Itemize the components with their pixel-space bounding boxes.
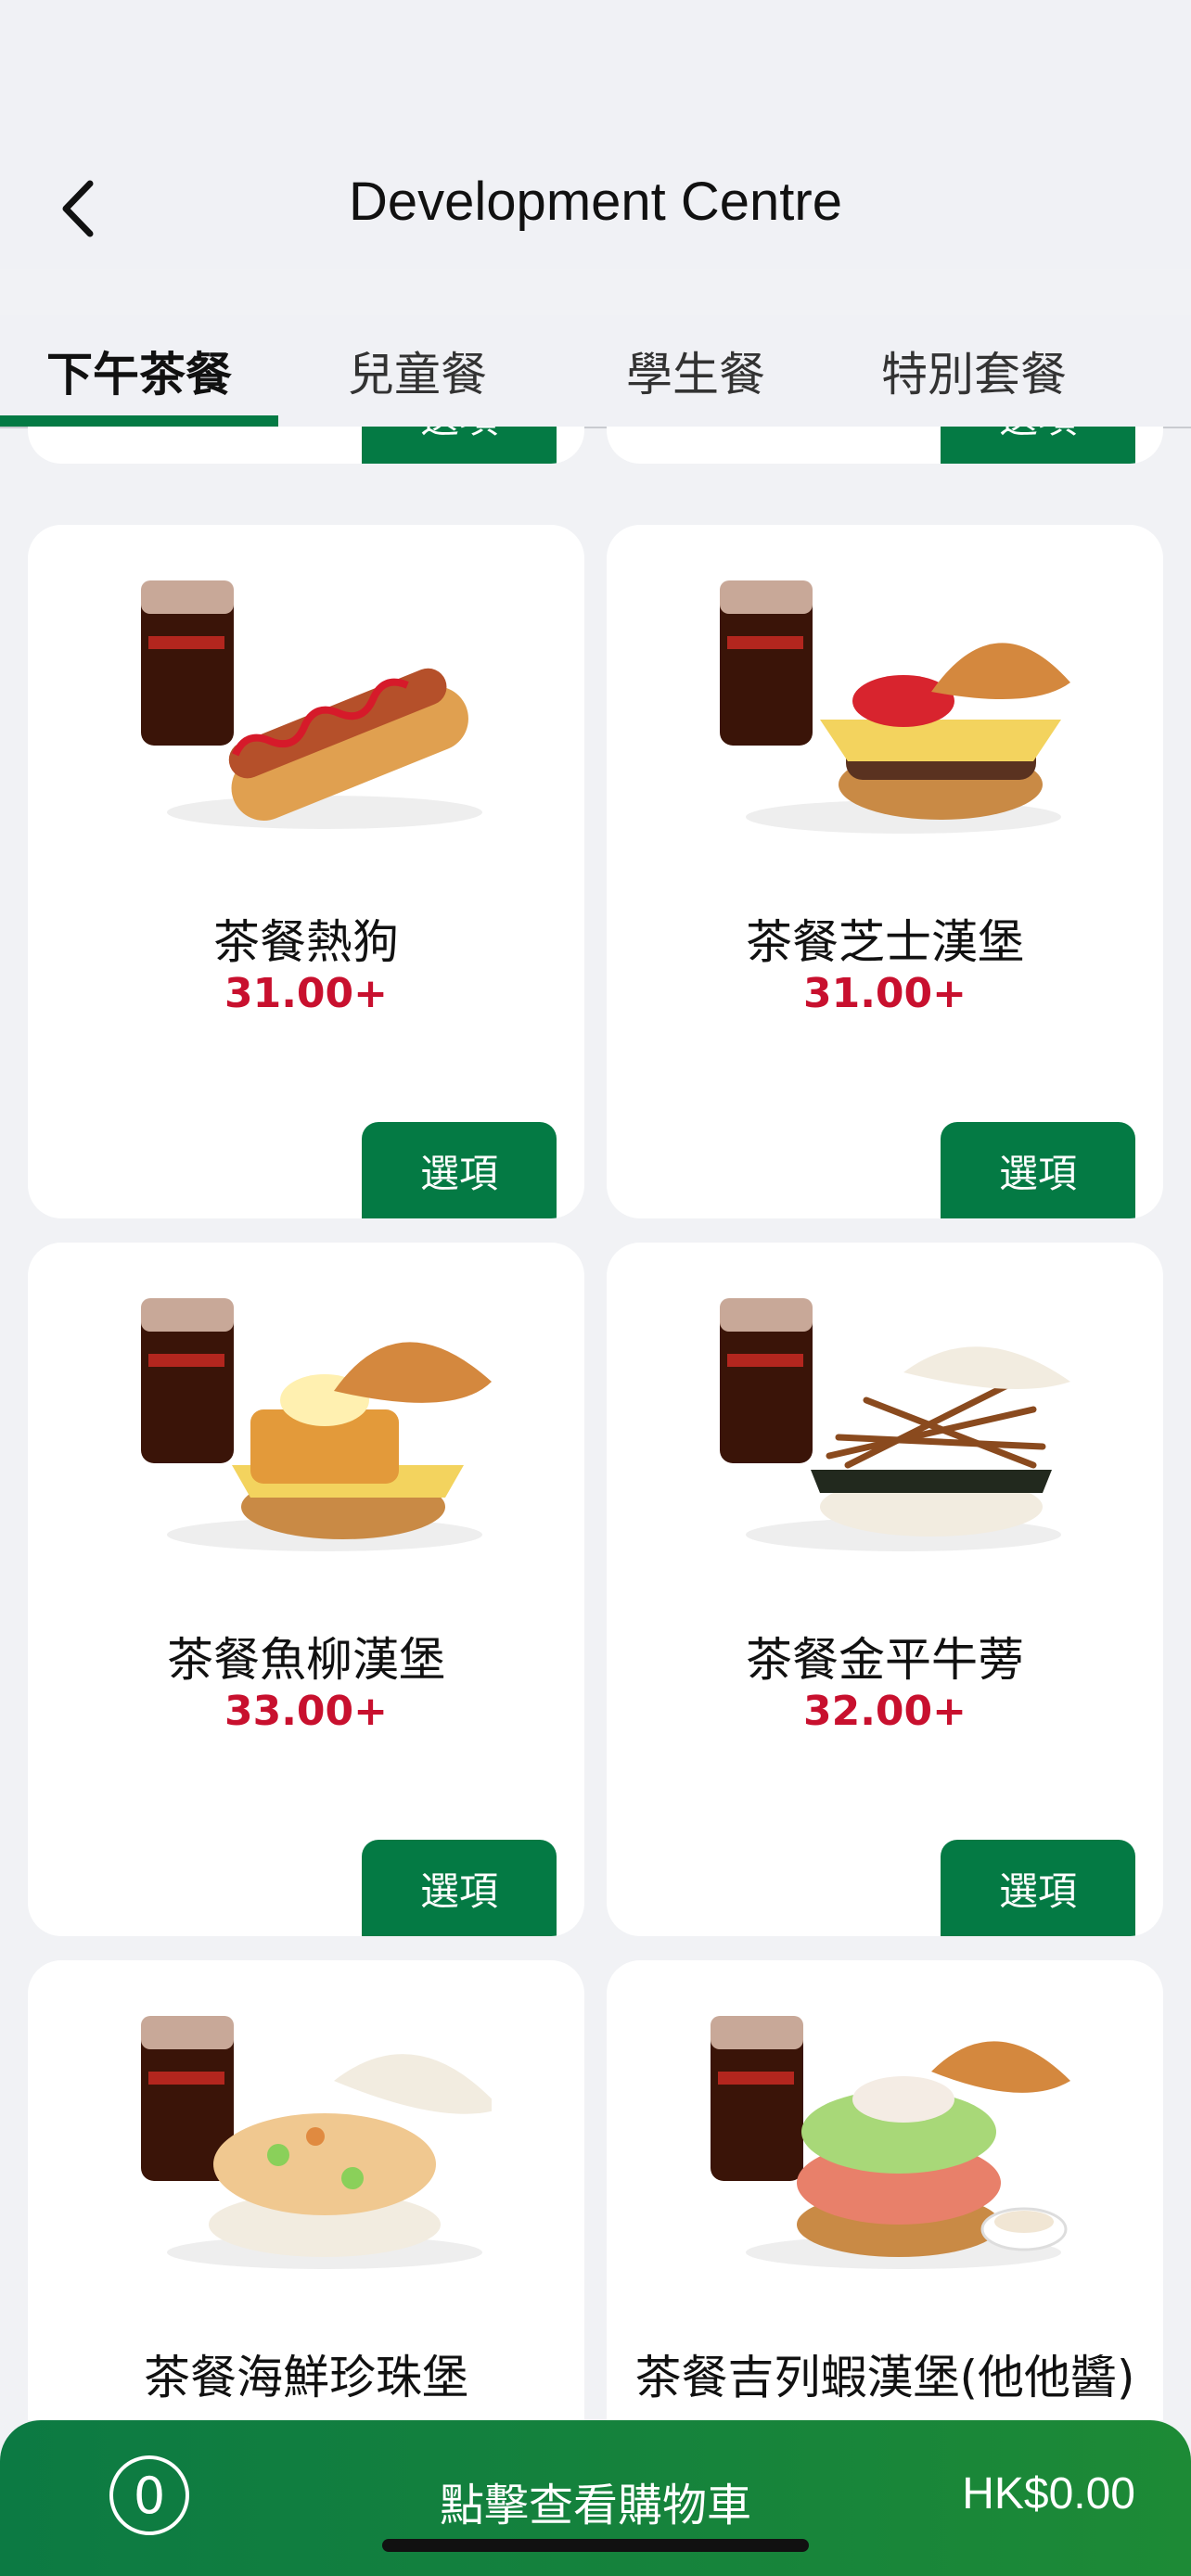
product-name: 茶餐吉列蝦漢堡(他他醬) [634,2351,1135,2404]
cart-total: HK$0.00 [962,2469,1135,2519]
product-name: 茶餐熱狗 [213,915,399,969]
product-card[interactable]: 茶餐海鮮珍珠堡 [28,1960,584,2420]
product-name: 茶餐海鮮珍珠堡 [144,2351,468,2404]
fish-fillet-burger-image [141,1298,492,1551]
product-card[interactable]: 茶餐吉列蝦漢堡(他他醬) [607,1960,1163,2420]
tab-afternoon-tea[interactable]: 下午茶餐 [0,315,278,427]
product-card[interactable]: 茶餐魚柳漢堡 33.00+ 選項 [28,1243,584,1936]
cheeseburger-image [720,580,1070,834]
options-button[interactable]: 選項 [941,1840,1135,1936]
seafood-rice-burger-image [141,2016,492,2269]
product-price: 32.00+ [802,1688,967,1735]
category-tabs: 下午茶餐 兒童餐 學生餐 特別套餐 [0,315,1191,428]
page-title: Development Centre [349,172,842,232]
shrimp-cutlet-burger-image [711,2016,1070,2269]
options-button[interactable]: 選項 [362,1840,557,1936]
product-name: 茶餐芝士漢堡 [746,915,1024,969]
hotdog-image [141,580,482,829]
options-button[interactable]: 選項 [941,427,1135,464]
product-grid: 選項 選項 茶餐熱狗 31.00+ 選項 [0,427,1191,2420]
options-button[interactable]: 選項 [362,1122,557,1218]
product-card-partial[interactable]: 選項 [607,427,1163,464]
home-indicator [382,2539,809,2552]
tab-kids-meal[interactable]: 兒童餐 [278,315,557,427]
options-button[interactable]: 選項 [362,427,557,464]
active-tab-indicator [0,415,278,427]
tab-special-set[interactable]: 特別套餐 [835,315,1113,427]
product-card-partial[interactable]: 選項 [28,427,584,464]
product-name: 茶餐金平牛蒡 [746,1633,1024,1687]
header: Development Centre [0,0,1191,269]
product-price: 31.00+ [224,970,389,1017]
view-cart-bar[interactable]: 0 點擊查看購物車 HK$0.00 [0,2420,1191,2576]
options-button[interactable]: 選項 [941,1122,1135,1218]
product-card[interactable]: 茶餐熱狗 31.00+ 選項 [28,525,584,1218]
tab-student-meal[interactable]: 學生餐 [557,315,835,427]
product-price: 33.00+ [224,1688,389,1735]
product-card[interactable]: 茶餐金平牛蒡 32.00+ 選項 [607,1243,1163,1936]
kinpira-burdock-image [720,1298,1070,1551]
product-name: 茶餐魚柳漢堡 [167,1633,445,1687]
product-card[interactable]: 茶餐芝士漢堡 31.00+ 選項 [607,525,1163,1218]
product-price: 31.00+ [802,970,967,1017]
